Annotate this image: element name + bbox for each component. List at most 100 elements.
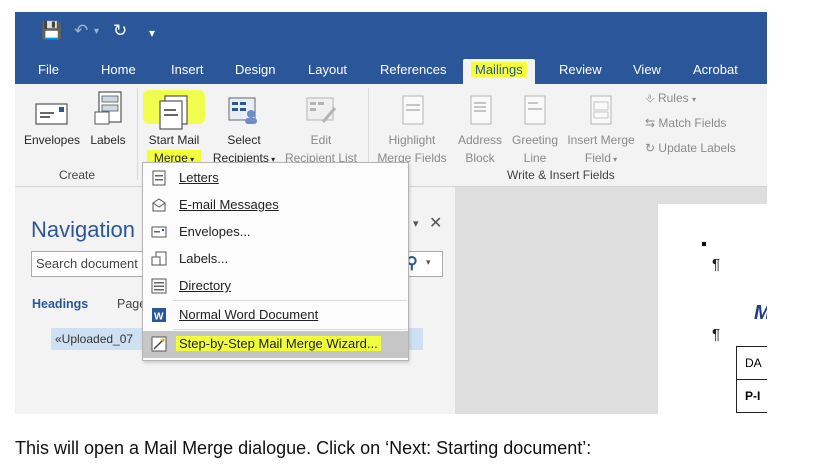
edit-recipient-list-icon — [306, 97, 337, 123]
menu-item-labels[interactable]: Labels... — [143, 246, 408, 273]
undo-dropdown-icon[interactable]: ▾ — [94, 26, 99, 37]
rules-button[interactable]: ⎀ Rules ▾ — [645, 90, 765, 108]
directory-icon — [151, 278, 167, 294]
menu-item-directory[interactable]: Directory — [143, 273, 408, 300]
svg-text:W: W — [154, 312, 164, 323]
group-separator — [137, 88, 138, 180]
tab-view[interactable]: View — [633, 59, 661, 84]
dropdown-arrow-icon: ▾ — [610, 155, 618, 164]
email-icon — [152, 198, 166, 212]
tab-layout[interactable]: Layout — [308, 59, 347, 84]
ribbon-tabs: File Home Insert Design Layout Reference… — [15, 54, 767, 84]
tab-design[interactable]: Design — [235, 59, 275, 84]
menu-separator — [173, 300, 407, 301]
match-fields-label: Match Fields — [658, 116, 727, 130]
menu-item-letters[interactable]: Letters — [143, 165, 408, 192]
search-dropdown-icon[interactable]: ▾ — [426, 257, 431, 268]
pane-options-icon[interactable]: ▾ — [413, 217, 419, 230]
table-cell: DA — [736, 346, 767, 380]
envelope-icon — [151, 226, 167, 238]
insert-merge-field-button[interactable]: Insert Merge Field ▾ — [561, 88, 641, 166]
address-block-button[interactable]: Address Block — [453, 88, 507, 166]
tab-review[interactable]: Review — [559, 59, 602, 84]
menu-item-label: Step-by-Step Mail Merge Wizard... — [176, 336, 381, 351]
undo-icon[interactable]: ↶ — [74, 21, 88, 41]
menu-item-envelopes[interactable]: Envelopes... — [143, 219, 408, 246]
table-cell: P-I — [736, 379, 767, 413]
write-insert-group-label: Write & Insert Fields — [507, 168, 615, 182]
greeting-line-line2: Line — [523, 151, 547, 165]
highlight-merge-fields-button[interactable]: Highlight Merge Fields — [371, 88, 453, 166]
labels-button[interactable]: Labels — [85, 88, 131, 166]
menu-item-normal-word-document[interactable]: W Normal Word Document — [143, 302, 408, 329]
rules-label: Rules — [657, 91, 689, 105]
document-page: ¶ M ¶ DA P-I — [658, 204, 767, 414]
greeting-line-line1: Greeting — [511, 133, 559, 147]
quick-access-toolbar: 💾 ↶ ▾ ↻ ▾ — [15, 12, 767, 54]
select-recipients-button[interactable]: Select Recipients ▾ — [205, 88, 283, 166]
start-mail-merge-menu: Letters E-mail Messages Envelopes... Lab… — [142, 162, 409, 361]
select-recipients-line1: Select — [227, 133, 261, 147]
envelopes-button[interactable]: Envelopes — [21, 88, 83, 166]
start-mail-merge-line1: Start Mail — [148, 133, 200, 147]
insert-merge-field-icon — [590, 95, 612, 125]
insert-merge-field-line2: Field ▾ — [561, 150, 641, 168]
start-mail-merge-icon — [159, 95, 188, 130]
edit-recipient-list-button[interactable]: Edit Recipient List — [279, 88, 363, 166]
highlight-merge-fields-line1: Highlight — [388, 133, 436, 147]
save-icon[interactable]: 💾 — [41, 21, 62, 41]
tab-acrobat[interactable]: Acrobat — [693, 59, 738, 84]
tab-insert[interactable]: Insert — [171, 59, 204, 84]
menu-item-label: Letters — [179, 170, 219, 185]
labels-icon — [94, 91, 122, 125]
tab-file[interactable]: File — [38, 59, 59, 84]
heading-fragment: M — [754, 302, 767, 325]
table-cell-text: DA — [745, 356, 762, 370]
menu-item-label: Envelopes... — [179, 224, 251, 239]
tab-references[interactable]: References — [380, 59, 446, 84]
address-block-line2: Block — [465, 151, 495, 165]
match-fields-button[interactable]: ⇆ Match Fields — [645, 115, 765, 132]
menu-item-label: Directory — [179, 278, 232, 293]
close-icon[interactable]: ✕ — [429, 213, 442, 233]
insert-merge-field-line1: Insert Merge — [567, 133, 635, 147]
pilcrow-mark: ¶ — [712, 256, 721, 273]
labels-icon — [151, 251, 167, 266]
tab-mailings-label: Mailings — [471, 62, 527, 77]
update-labels-button[interactable]: ↻ Update Labels — [645, 140, 765, 157]
envelopes-label: Envelopes — [23, 133, 81, 147]
update-labels-label: Update Labels — [658, 141, 736, 155]
instruction-caption: This will open a Mail Merge dialogue. Cl… — [15, 438, 592, 458]
pilcrow-mark: ¶ — [712, 326, 721, 343]
search-placeholder: Search document — [36, 256, 138, 271]
customize-qat-icon[interactable]: ▾ — [149, 26, 155, 40]
tab-mailings[interactable]: Mailings — [463, 59, 535, 84]
insert-merge-field-line2-text: Field — [584, 151, 611, 165]
word-icon: W — [152, 308, 166, 323]
menu-item-mail-merge-wizard[interactable]: Step-by-Step Mail Merge Wizard... — [143, 331, 408, 358]
heading-item-label: «Uploaded_07 — [55, 332, 134, 346]
create-group-label: Create — [59, 168, 96, 182]
redo-icon[interactable]: ↻ — [113, 21, 127, 41]
menu-separator — [173, 329, 407, 330]
bullet-marker — [702, 242, 706, 246]
menu-item-label: Labels... — [179, 251, 229, 266]
tab-home[interactable]: Home — [101, 59, 136, 84]
document-area: ¶ M ¶ DA P-I — [455, 187, 767, 414]
menu-item-label: E-mail Messages — [179, 197, 279, 212]
highlight-merge-fields-icon — [402, 95, 424, 125]
greeting-line-button[interactable]: Greeting Line — [507, 88, 563, 166]
match-fields-icon: ⇆ — [645, 116, 656, 130]
tab-headings[interactable]: Headings — [32, 297, 88, 311]
greeting-line-icon — [524, 95, 546, 125]
envelope-icon — [35, 103, 68, 125]
address-block-line1: Address — [457, 133, 503, 147]
navigation-title: Navigation — [31, 217, 135, 242]
menu-item-email-messages[interactable]: E-mail Messages — [143, 192, 408, 219]
address-block-icon — [470, 95, 492, 125]
menu-item-label: Normal Word Document — [179, 307, 319, 322]
update-labels-icon: ↻ — [645, 141, 656, 155]
letter-icon — [152, 170, 166, 186]
table-cell-text: P-I — [745, 389, 761, 403]
dropdown-arrow-icon: ▾ — [691, 95, 696, 104]
